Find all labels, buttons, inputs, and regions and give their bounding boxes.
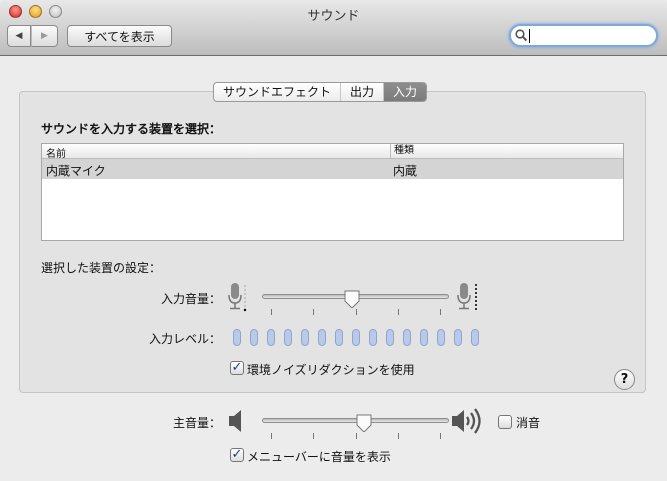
- window-title: サウンド: [307, 9, 360, 24]
- level-segment: [420, 329, 428, 346]
- mic-high-icon: [457, 283, 477, 310]
- level-segment: [301, 329, 309, 346]
- noise-reduction-checkbox[interactable]: ✓: [230, 361, 244, 375]
- search-input[interactable]: [509, 24, 658, 47]
- level-segment: [352, 329, 360, 346]
- help-button[interactable]: ?: [614, 369, 635, 390]
- mute-label: 消音: [516, 416, 541, 430]
- slider-knob[interactable]: [343, 290, 361, 308]
- device-heading: サウンドを入力する装置を選択：: [41, 122, 222, 136]
- tab-output[interactable]: 出力: [341, 83, 385, 101]
- speaker-low-icon: [229, 410, 241, 432]
- mute-checkbox[interactable]: [498, 415, 512, 429]
- device-name: 内蔵マイク: [46, 164, 106, 178]
- column-header-name[interactable]: 名前: [46, 145, 66, 160]
- text-cursor: [529, 29, 530, 43]
- noise-reduction-label: 環境ノイズリダクションを使用: [247, 363, 415, 377]
- input-volume-slider[interactable]: [262, 290, 449, 318]
- slider-tick: [355, 309, 357, 315]
- forward-button[interactable]: ▶: [31, 25, 58, 47]
- table-header: 名前 種類: [42, 144, 623, 160]
- level-segment: [233, 329, 241, 346]
- level-segment: [471, 329, 479, 346]
- input-level-label: 入力レベル：: [148, 332, 221, 346]
- level-segment: [403, 329, 411, 346]
- master-volume-slider[interactable]: [262, 414, 449, 442]
- slider-tick: [271, 309, 272, 315]
- slider-tick: [440, 433, 441, 439]
- level-segment: [284, 329, 292, 346]
- level-segment: [250, 329, 258, 346]
- device-type: 内蔵: [393, 164, 418, 178]
- column-header-type[interactable]: 種類: [390, 144, 414, 158]
- level-segment: [369, 329, 377, 346]
- master-volume-label: 主音量：: [172, 416, 221, 430]
- show-all-button[interactable]: すべてを表示: [67, 25, 172, 47]
- level-segment: [386, 329, 394, 346]
- speaker-high-icon: [452, 408, 481, 434]
- slider-tick: [440, 309, 441, 315]
- slider-tick: [397, 433, 399, 439]
- slider-knob[interactable]: [355, 414, 373, 432]
- slider-tick: [313, 309, 315, 315]
- table-row[interactable]: 内蔵マイク 内蔵: [42, 159, 623, 179]
- level-segment: [437, 329, 445, 346]
- level-segment: [267, 329, 275, 346]
- slider-tick: [355, 433, 357, 439]
- slider-tick: [313, 433, 315, 439]
- device-table[interactable]: 名前 種類 内蔵マイク 内蔵: [41, 143, 624, 241]
- level-segment: [454, 329, 462, 346]
- tab-input[interactable]: 入力: [384, 83, 427, 101]
- slider-tick: [397, 309, 399, 315]
- tab-bar: サウンドエフェクト 出力 入力: [213, 82, 428, 102]
- tab-sound-effects[interactable]: サウンドエフェクト: [214, 83, 342, 101]
- level-segment: [318, 329, 326, 346]
- slider-tick: [271, 433, 272, 439]
- back-button[interactable]: ◀: [7, 25, 31, 47]
- show-in-menubar-checkbox[interactable]: ✓: [230, 448, 244, 462]
- title-bar: サウンド ◀ ▶ すべてを表示: [0, 0, 667, 56]
- mic-low-icon: [228, 283, 247, 312]
- show-in-menubar-label: メニューバーに音量を表示: [247, 450, 391, 464]
- settings-heading: 選択した装置の設定：: [41, 261, 162, 275]
- input-volume-label: 入力音量：: [160, 292, 221, 306]
- search-icon: [515, 29, 528, 42]
- level-segment: [335, 329, 343, 346]
